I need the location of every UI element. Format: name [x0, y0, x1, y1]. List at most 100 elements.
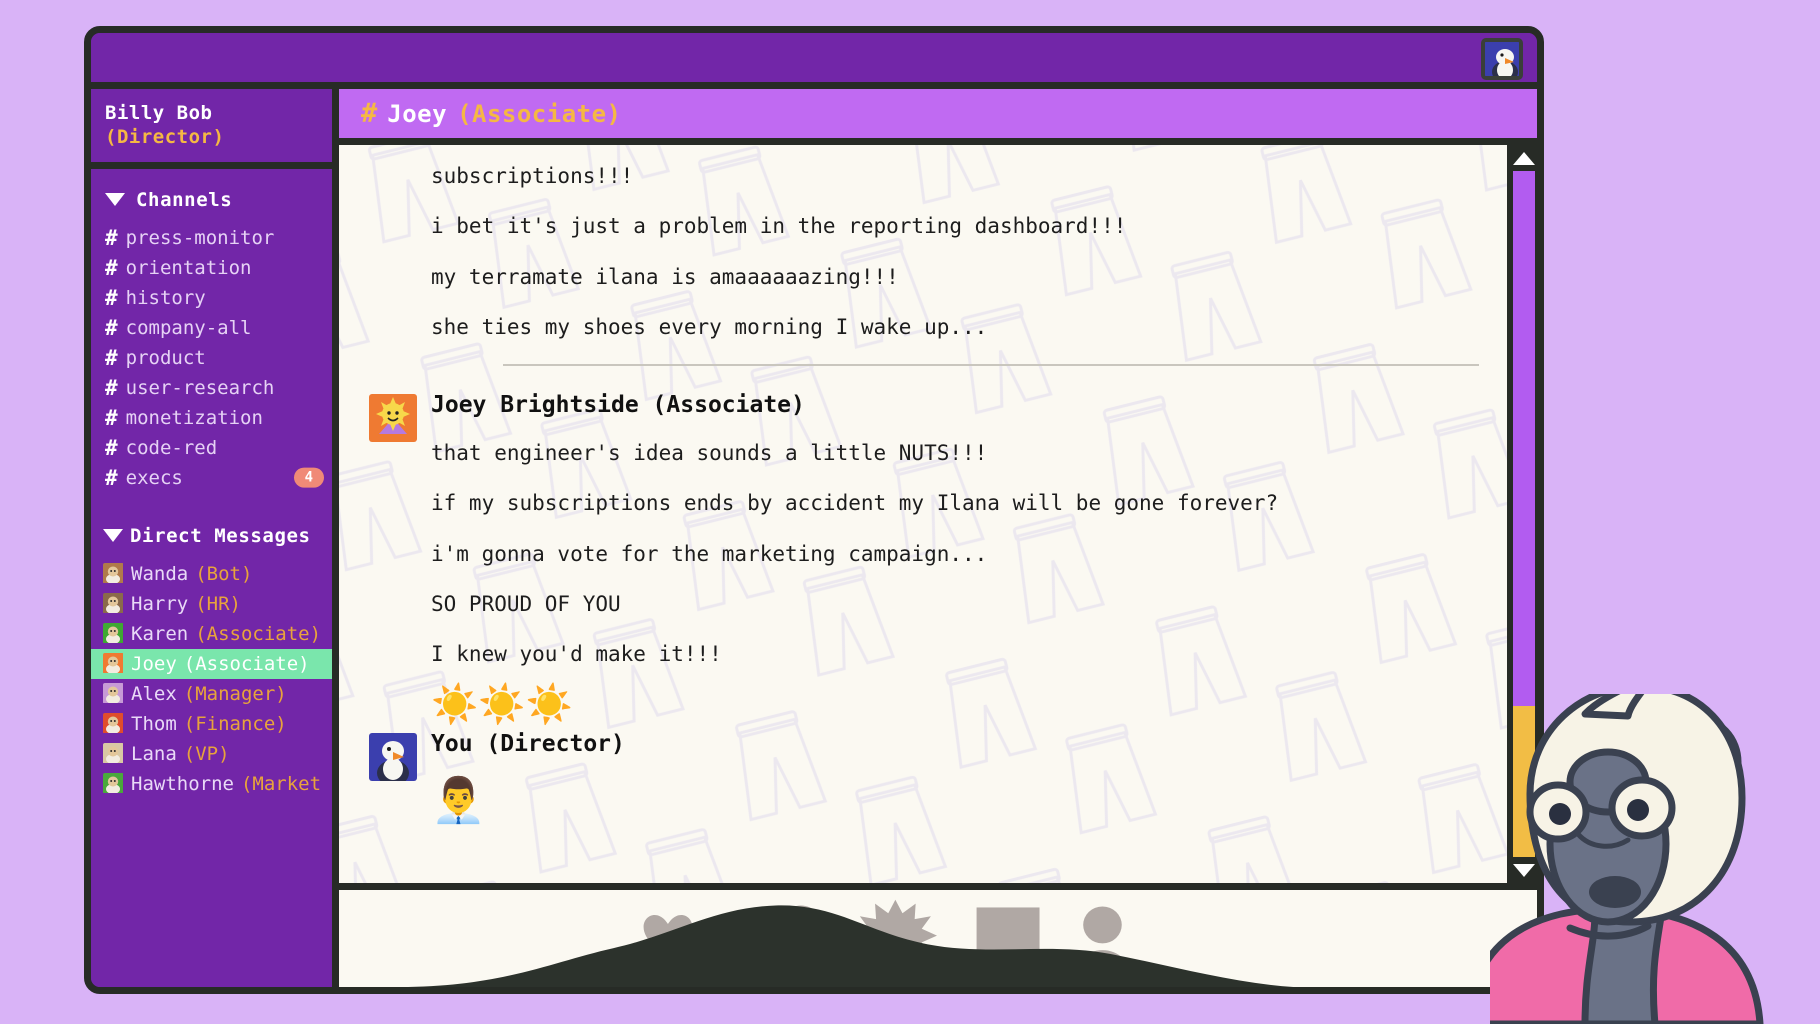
channel-name: product [125, 346, 206, 369]
dm-role: (Associate) [183, 652, 310, 675]
message-blocks: Joey Brightside (Associate) that engineer… [369, 392, 1479, 827]
screen: Billy Bob (Director) Channels # press-mon… [0, 0, 1820, 1024]
sidebar-channel-product[interactable]: # product [91, 343, 332, 373]
caret-down-icon [103, 529, 123, 543]
dm-role: (Associate) [195, 622, 322, 645]
channel-name: execs [125, 466, 183, 489]
message-line: if my subscriptions ends by accident my … [431, 491, 1279, 516]
sidebar-channel-orientation[interactable]: # orientation [91, 253, 332, 283]
sidebar-dm-hawthorne[interactable]: Hawthorne (Market [91, 769, 332, 799]
scrollbar-thumb[interactable] [1512, 171, 1535, 707]
harry-avatar-icon [103, 593, 124, 615]
dm-role: (Bot) [195, 562, 253, 585]
channel-name: press-monitor [125, 226, 275, 249]
joey-sun-avatar-icon[interactable] [369, 394, 417, 442]
dm-role: (Manager) [183, 682, 287, 705]
message-line: subscriptions!!! [431, 164, 634, 188]
seagull-avatar-icon[interactable] [369, 733, 417, 782]
title-bar [91, 33, 1537, 89]
hash-icon: # [105, 285, 118, 310]
message-line: SO PROUD OF YOU [431, 591, 621, 616]
sidebar-channel-history[interactable]: # history [91, 283, 332, 313]
message-line: my terramate ilana is amaaaaaazing!!! [431, 264, 899, 289]
app-window: Billy Bob (Director) Channels # press-mon… [84, 26, 1544, 994]
hash-icon: # [105, 315, 118, 340]
wanda-avatar-icon [103, 563, 124, 585]
seagull-avatar-icon[interactable] [1481, 38, 1523, 80]
dm-name: Lana [131, 742, 177, 765]
joey-avatar-icon [103, 653, 124, 675]
hash-icon: # [105, 405, 118, 430]
dm-role: (Market [240, 772, 322, 795]
leading-message-lines: subscriptions!!! i bet it's just a proble… [431, 163, 1479, 340]
channel-name: company-all [125, 316, 252, 339]
scroll-up-button[interactable] [1510, 145, 1537, 171]
dm-role: (HR) [195, 592, 241, 615]
current-user-name: Billy Bob [105, 102, 213, 124]
hash-icon: # [105, 225, 118, 250]
sidebar-dm-lana[interactable]: Lana (VP) [91, 739, 332, 769]
channels-section-label: Channels [136, 188, 233, 211]
message-emoji: ☀️☀️☀️ [431, 682, 573, 727]
sidebar-nav: Channels # press-monitor # orientation # hist… [91, 169, 332, 987]
dm-section-label: Direct Messages [130, 524, 311, 547]
message-line: i bet it's just a problem in the reporti… [431, 214, 1127, 239]
sidebar-channel-execs[interactable]: # execs 4 [91, 463, 332, 493]
window-body: Billy Bob (Director) Channels # press-mon… [91, 89, 1537, 987]
message-line: that engineer's idea sounds a little NUT… [431, 441, 988, 465]
composer-bar[interactable] [339, 883, 1537, 987]
hash-icon: # [105, 465, 118, 490]
channel-name: orientation [125, 256, 252, 279]
sidebar-dm-karen[interactable]: Karen (Associate) [91, 619, 332, 649]
dm-name: Wanda [131, 562, 189, 585]
message-divider [503, 364, 1479, 366]
message-scroll-region: subscriptions!!! i bet it's just a proble… [339, 145, 1507, 883]
dm-name: Thom [131, 712, 177, 735]
triangle-up-icon [1512, 151, 1535, 165]
hash-icon: # [105, 375, 118, 400]
sidebar-dm-alex[interactable]: Alex (Manager) [91, 679, 332, 709]
channel-list: # press-monitor # orientation # history # compa… [91, 223, 332, 493]
message-emoji: 👨‍💼 [431, 775, 486, 827]
alex-avatar-icon [103, 683, 124, 705]
sidebar-dm-wanda[interactable]: Wanda (Bot) [91, 559, 332, 589]
dm-section-header[interactable]: Direct Messages [91, 521, 332, 551]
sidebar-channel-code-red[interactable]: # code-red [91, 433, 332, 463]
message-block: You (Director) 👨‍💼 [369, 731, 1479, 827]
lana-avatar-icon [103, 743, 124, 765]
message-line: she ties my shoes every morning I wake u… [431, 314, 988, 339]
channel-name: user-research [125, 376, 275, 399]
hash-icon: # [105, 435, 118, 460]
sidebar-channel-press-monitor[interactable]: # press-monitor [91, 223, 332, 253]
message-author: Joey Brightside (Associate) [431, 392, 805, 418]
message-line: I knew you'd make it!!! [431, 642, 722, 666]
sidebar-dm-thom[interactable]: Thom (Finance) [91, 709, 332, 739]
caret-down-icon [105, 193, 125, 207]
hash-icon: # [105, 255, 118, 280]
messages: subscriptions!!! i bet it's just a proble… [369, 163, 1479, 827]
channels-section-header[interactable]: Channels [91, 185, 332, 215]
main-panel: # Joey (Associate) subscriptions!!! i be… [339, 89, 1537, 987]
dm-name: Harry [131, 592, 189, 615]
sidebar-channel-user-research[interactable]: # user-research [91, 373, 332, 403]
sidebar-channel-monetization[interactable]: # monetization [91, 403, 332, 433]
channel-header: # Joey (Associate) [339, 89, 1537, 145]
hash-icon: # [361, 98, 378, 129]
panda-bear-mascot [1490, 694, 1764, 1024]
channel-role: (Associate) [457, 99, 622, 128]
dm-role: (Finance) [183, 712, 287, 735]
dm-name: Hawthorne [131, 772, 234, 795]
channel-name: monetization [125, 406, 263, 429]
message-line: i'm gonna vote for the marketing campaig… [431, 541, 988, 566]
dm-list: Wanda (Bot) Harry (HR) Karen (Associate) Joey (… [91, 559, 332, 799]
dm-name: Karen [131, 622, 189, 645]
dm-name: Alex [131, 682, 177, 705]
message-block: Joey Brightside (Associate) that engineer… [369, 392, 1479, 727]
sidebar-channel-company-all[interactable]: # company-all [91, 313, 332, 343]
sidebar-dm-joey[interactable]: Joey (Associate) [91, 648, 332, 679]
composer-graphics [339, 899, 1537, 987]
karen-avatar-icon [103, 623, 124, 645]
sidebar-dm-harry[interactable]: Harry (HR) [91, 589, 332, 619]
channel-title: Joey [387, 99, 448, 128]
current-user-block[interactable]: Billy Bob (Director) [91, 89, 332, 169]
